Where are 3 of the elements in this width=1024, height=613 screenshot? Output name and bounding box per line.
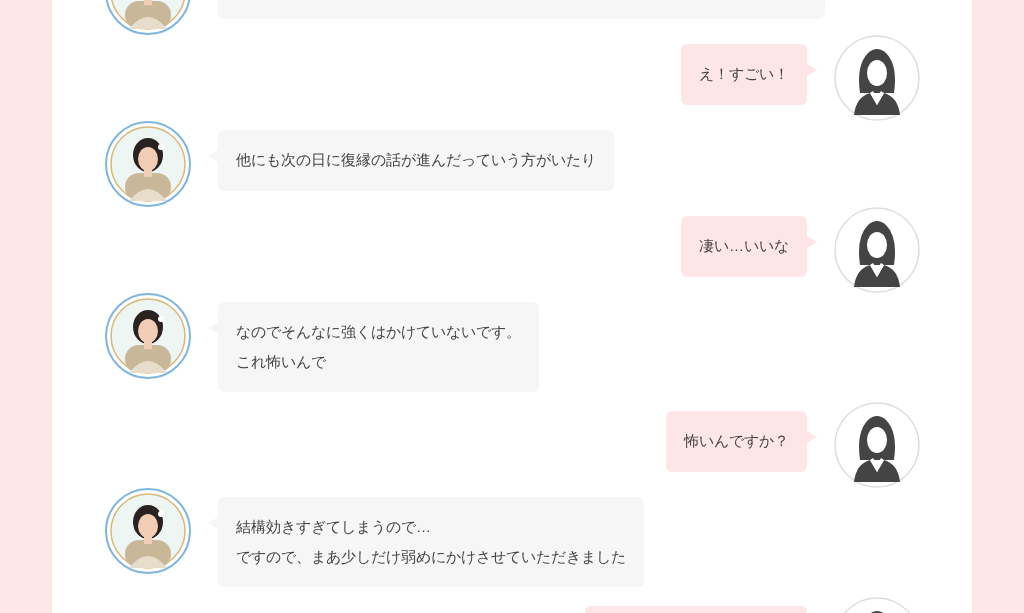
user-silhouette-icon	[834, 402, 920, 488]
user-silhouette-icon	[834, 207, 920, 293]
user-silhouette-icon	[834, 35, 920, 121]
